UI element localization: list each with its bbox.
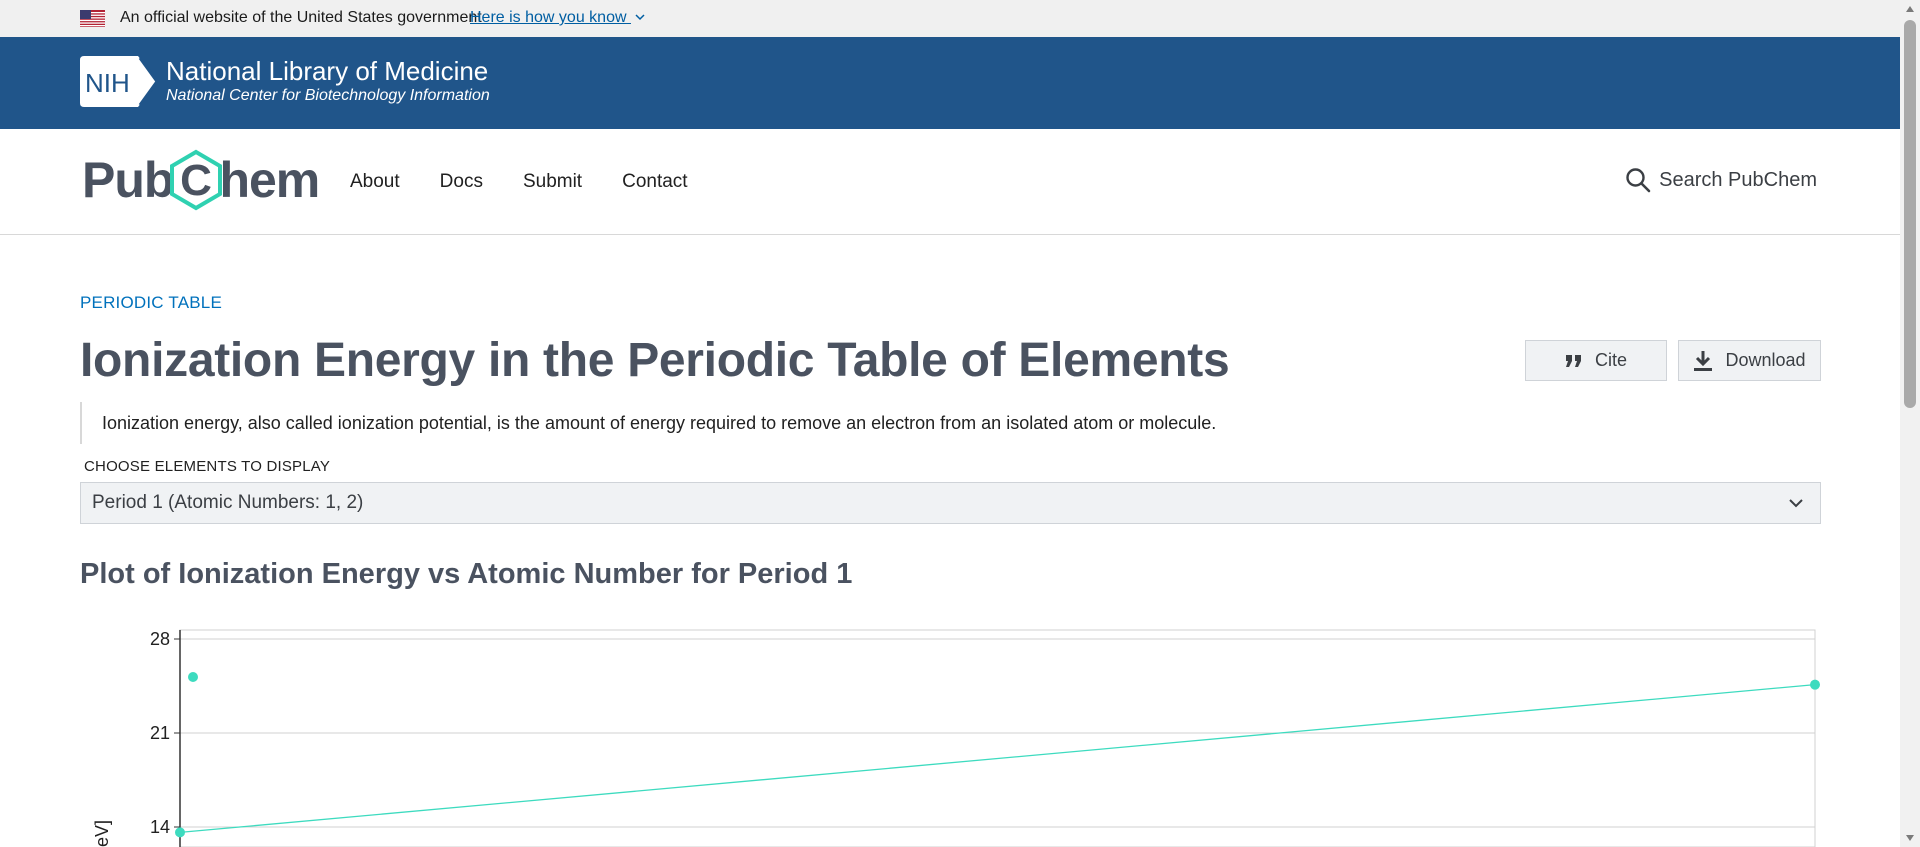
data-point	[1810, 679, 1820, 690]
pubchem-logo-pub: Pub	[82, 152, 174, 208]
us-flag-icon	[80, 10, 105, 27]
element-period-select[interactable]: Period 1 (Atomic Numbers: 1, 2)	[80, 482, 1821, 524]
legend-marker	[188, 672, 198, 682]
search-icon	[1626, 168, 1651, 193]
nlm-subtitle: National Center for Biotechnology Inform…	[166, 87, 490, 104]
pubchem-logo-hem: hem	[219, 152, 320, 208]
chevron-down-icon	[635, 14, 645, 21]
page-title: Ionization Energy in the Periodic Table …	[80, 334, 1230, 387]
nav-contact[interactable]: Contact	[622, 171, 687, 193]
ionization-energy-chart: 28 21 14 eV]	[92, 629, 1820, 847]
hexagon-icon: C	[170, 149, 223, 211]
y-tick-label: 28	[150, 629, 170, 649]
download-label: Download	[1725, 350, 1806, 370]
plot-title: Plot of Ionization Energy vs Atomic Numb…	[80, 558, 853, 590]
cite-button[interactable]: Cite	[1525, 340, 1667, 381]
data-point	[175, 827, 185, 838]
scrollbar-thumb[interactable]	[1904, 20, 1916, 408]
y-axis-label: eV]	[92, 820, 112, 847]
y-tick-label: 14	[150, 817, 170, 837]
page-description: Ionization energy, also called ionizatio…	[80, 402, 1302, 444]
y-tick-label: 21	[150, 723, 170, 743]
plot-area-frame	[179, 629, 1816, 847]
search-pubchem-button[interactable]: Search PubChem	[1625, 167, 1817, 193]
nlm-header: NIH National Library of Medicine Nationa…	[0, 37, 1900, 129]
gov-banner: An official website of the United States…	[0, 0, 1900, 37]
series-line	[179, 684, 1816, 834]
gov-banner-text: An official website of the United States…	[120, 9, 482, 26]
nih-logo-text: NIH	[85, 68, 130, 98]
main-nav: About Docs Submit Contact	[350, 171, 688, 193]
pubchem-nav: Pub C hem About Docs Submit Contact Sear…	[0, 129, 1900, 235]
search-pubchem-label: Search PubChem	[1659, 168, 1817, 191]
pubchem-logo-c: C	[181, 156, 213, 205]
how-you-know-label: Here is how you know	[470, 9, 627, 26]
chevron-down-icon	[1789, 499, 1803, 508]
cite-label: Cite	[1594, 350, 1627, 370]
nav-about[interactable]: About	[350, 171, 400, 193]
download-icon	[1694, 350, 1713, 371]
page-scrollbar[interactable]	[1900, 0, 1920, 847]
how-you-know-link[interactable]: Here is how you know	[470, 9, 645, 27]
nlm-title[interactable]: National Library of Medicine	[166, 56, 488, 87]
nav-submit[interactable]: Submit	[523, 171, 582, 193]
nih-logo[interactable]: NIH	[80, 56, 158, 107]
breadcrumb-periodic-table[interactable]: PERIODIC TABLE	[80, 293, 222, 313]
download-button[interactable]: Download	[1678, 340, 1821, 381]
selected-option: Period 1 (Atomic Numbers: 1, 2)	[92, 492, 364, 513]
quote-icon	[1565, 354, 1581, 367]
choose-elements-label: CHOOSE ELEMENTS TO DISPLAY	[84, 458, 331, 475]
scroll-down-arrow-icon[interactable]	[1900, 829, 1920, 847]
pubchem-logo[interactable]: Pub C hem	[82, 147, 320, 213]
scroll-up-arrow-icon[interactable]	[1900, 0, 1920, 18]
nav-docs[interactable]: Docs	[440, 171, 483, 193]
